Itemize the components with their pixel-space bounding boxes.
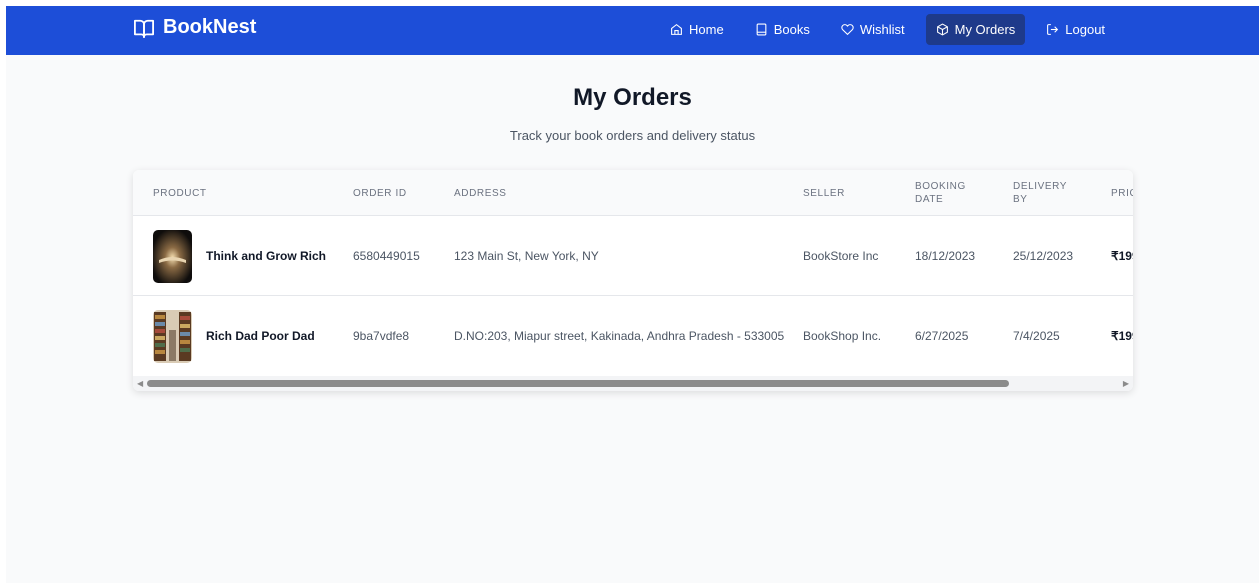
heart-icon	[841, 24, 854, 36]
book-cover-image	[153, 310, 192, 363]
order-address: D.NO:203, Miapur street, Kakinada, Andhr…	[454, 329, 785, 343]
order-address: 123 Main St, New York, NY	[454, 249, 599, 263]
nav-links: Home Books Wishlist My Orders Logout	[660, 14, 1126, 45]
nav-books-label: Books	[773, 22, 810, 37]
delivery-date: 25/12/2023	[1013, 249, 1074, 263]
nav-logout-label: Logout	[1065, 22, 1106, 37]
page-subtitle: Track your book orders and delivery stat…	[509, 128, 756, 143]
table-row: Rich Dad Poor Dad 9ba7vdfe8 D.NO:203, Mi…	[133, 296, 1133, 376]
navbar: BookNest Home Books Wishlist My Orders L…	[6, 6, 1259, 55]
home-icon	[671, 23, 682, 35]
horizontal-scrollbar[interactable]: ◀ ▶	[133, 376, 1133, 391]
nav-my-orders[interactable]: My Orders	[925, 14, 1026, 45]
nav-wishlist[interactable]: Wishlist	[831, 14, 915, 45]
header-product: PRODUCT	[153, 188, 207, 199]
book-title[interactable]: Rich Dad Poor Dad	[206, 296, 315, 376]
header-order-id: ORDER ID	[353, 188, 407, 199]
header-address: ADDRESS	[454, 188, 507, 199]
book-title[interactable]: Think and Grow Rich	[206, 216, 326, 296]
package-icon	[936, 23, 948, 36]
nav-my-orders-label: My Orders	[954, 22, 1016, 37]
header-delivery-line1: DELIVERY	[1013, 181, 1068, 192]
nav-wishlist-label: Wishlist	[859, 22, 905, 37]
page-title: My Orders	[573, 84, 692, 111]
order-price: ₹199	[1111, 329, 1133, 343]
header-delivery-line2: BY	[1013, 194, 1028, 205]
scroll-right-icon[interactable]: ▶	[1123, 379, 1129, 388]
order-id: 6580449015	[353, 249, 420, 263]
brand-logo[interactable]: BookNest	[133, 16, 256, 39]
logout-icon	[1047, 24, 1059, 35]
page: BookNest Home Books Wishlist My Orders L…	[6, 6, 1259, 583]
header-booking-line1: BOOKING	[915, 181, 966, 192]
brand-name: BookNest	[163, 16, 257, 38]
book-cover-image	[153, 230, 192, 283]
book-icon	[756, 23, 767, 36]
header-booking-line2: DATE	[915, 194, 944, 205]
table-header: PRODUCT ORDER ID ADDRESS SELLER BOOKING …	[133, 170, 1133, 216]
scrollbar-thumb[interactable]	[147, 380, 1009, 387]
nav-home[interactable]: Home	[660, 14, 734, 45]
order-seller: BookStore Inc	[803, 249, 879, 263]
orders-table: PRODUCT ORDER ID ADDRESS SELLER BOOKING …	[133, 170, 1133, 391]
header-seller: SELLER	[803, 188, 845, 199]
table-row: Think and Grow Rich 6580449015 123 Main …	[133, 216, 1133, 296]
order-id: 9ba7vdfe8	[353, 329, 410, 343]
order-price: ₹199	[1111, 249, 1133, 263]
booking-date: 18/12/2023	[915, 249, 976, 263]
booking-date: 6/27/2025	[915, 329, 969, 343]
nav-home-label: Home	[689, 22, 724, 37]
header-booking-date: BOOKING DATE	[915, 180, 966, 206]
header-price: PRIC	[1111, 188, 1133, 199]
book-open-icon	[134, 19, 154, 38]
delivery-date: 7/4/2025	[1013, 329, 1060, 343]
scroll-left-icon[interactable]: ◀	[137, 379, 143, 388]
nav-books[interactable]: Books	[745, 14, 820, 45]
nav-logout[interactable]: Logout	[1036, 14, 1115, 45]
order-seller: BookShop Inc.	[803, 329, 882, 343]
header-delivery-by: DELIVERY BY	[1013, 180, 1067, 206]
